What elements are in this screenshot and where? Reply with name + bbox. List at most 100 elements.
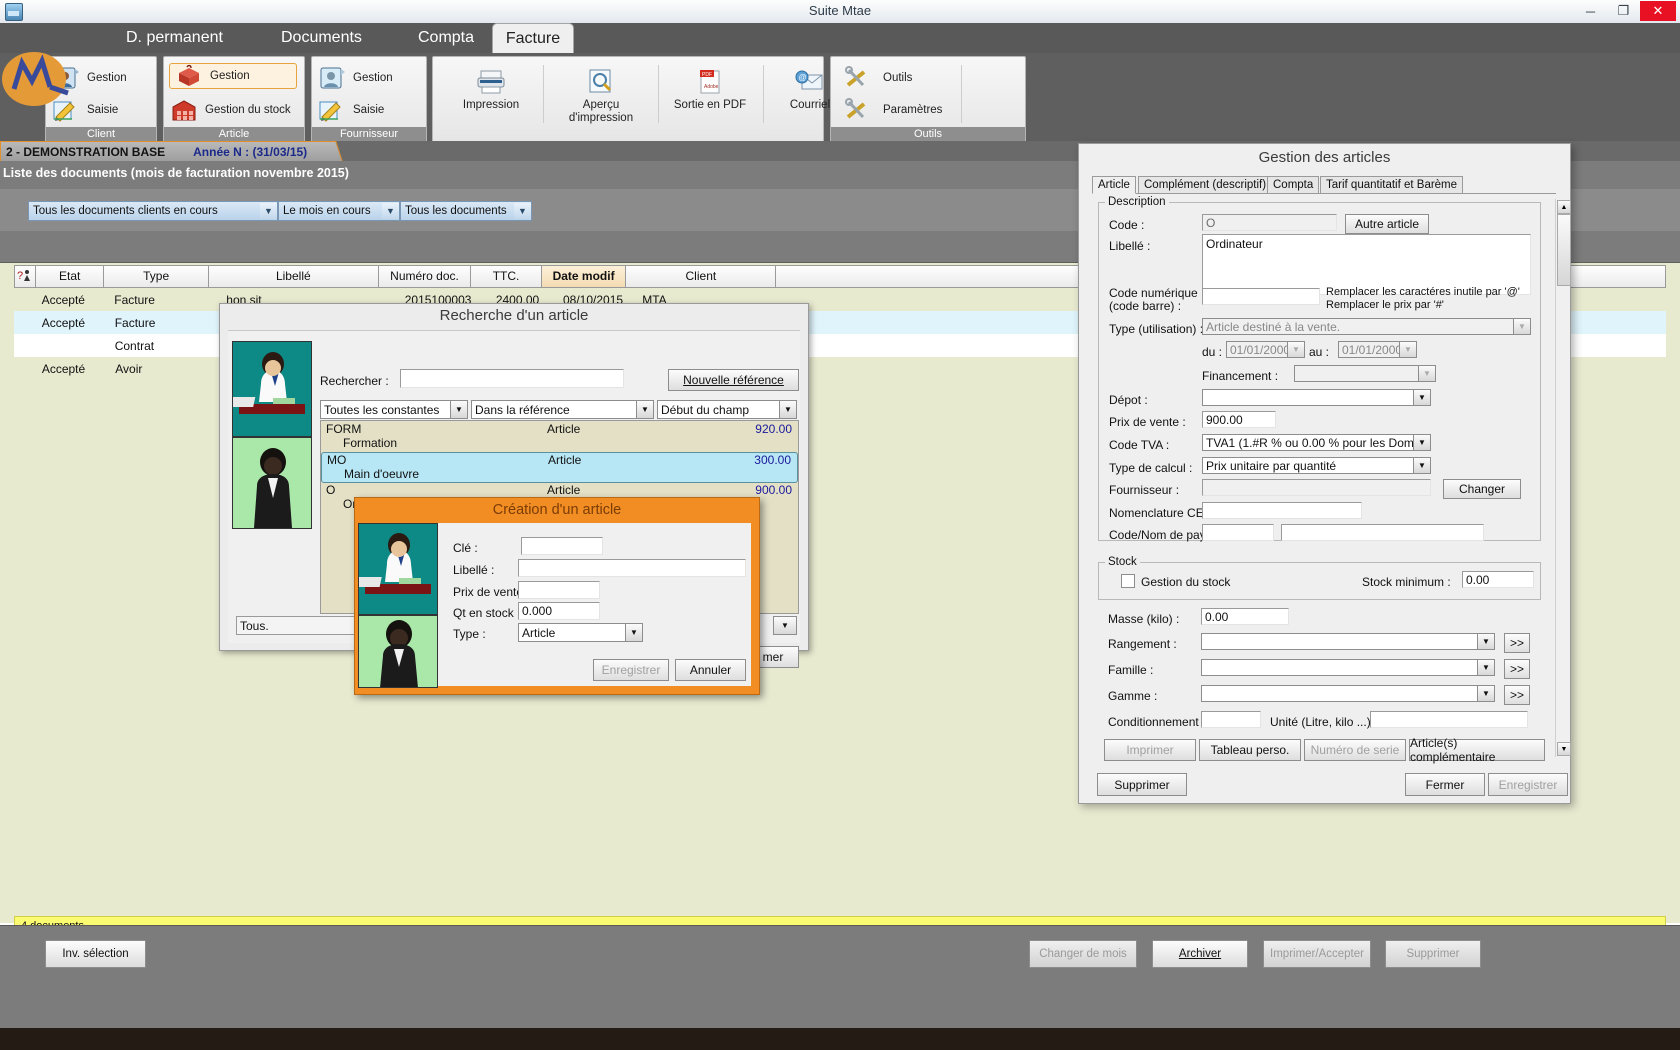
masse-field[interactable]: 0.00 bbox=[1201, 608, 1289, 625]
ribbon-tab-compta[interactable]: Compta bbox=[402, 24, 490, 53]
famille-expand-button[interactable]: >> bbox=[1504, 659, 1530, 679]
chevron-down-icon[interactable]: ▼ bbox=[514, 203, 531, 219]
search-footer-right-combo[interactable]: ▼ bbox=[773, 616, 797, 635]
ribbon-item-outils[interactable]: Outils bbox=[843, 65, 912, 91]
type-calcul-combo[interactable]: Prix unitaire par quantité ▼ bbox=[1202, 457, 1431, 474]
scroll-up-icon[interactable]: ▲ bbox=[1557, 200, 1571, 214]
table-header-numero[interactable]: Numéro doc. bbox=[379, 265, 471, 288]
maximize-button[interactable]: ❐ bbox=[1607, 1, 1640, 21]
ribbon-item-article-gestion-stock[interactable]: Gestion du stock bbox=[169, 97, 291, 123]
code-field[interactable]: O bbox=[1202, 214, 1337, 231]
numero-serie-button[interactable]: Numéro de serie bbox=[1304, 739, 1406, 761]
filter-combo-period[interactable]: Le mois en cours ▼ bbox=[278, 201, 400, 221]
create-save-button[interactable]: Enregistrer bbox=[593, 659, 669, 681]
ribbon-item-apercu-impression[interactable]: Aperçu d'impression bbox=[555, 67, 647, 125]
pays-code-field[interactable] bbox=[1202, 524, 1274, 541]
chevron-down-icon[interactable]: ▼ bbox=[1477, 634, 1494, 649]
chevron-down-icon[interactable]: ▼ bbox=[1399, 342, 1416, 357]
changer-button[interactable]: Changer bbox=[1443, 479, 1521, 499]
client-tab[interactable]: 2 - DEMONSTRATION BASE Année N : (31/03/… bbox=[0, 141, 331, 163]
code-tva-combo[interactable]: TVA1 (1.#R % ou 0.00 % pour les Dom-Tom)… bbox=[1202, 434, 1431, 451]
famille-combo[interactable]: ▼ bbox=[1201, 659, 1495, 676]
chevron-down-icon[interactable]: ▼ bbox=[1413, 390, 1430, 405]
imprimer-button[interactable]: Imprimer bbox=[1104, 739, 1196, 761]
nouvelle-reference-button[interactable]: Nouvelle référence bbox=[668, 369, 799, 391]
chevron-down-icon[interactable]: ▼ bbox=[450, 401, 467, 418]
tab-compta[interactable]: Compta bbox=[1267, 176, 1319, 193]
search-footer-combo[interactable]: Tous. bbox=[236, 616, 367, 635]
tableau-perso-button[interactable]: Tableau perso. bbox=[1199, 739, 1301, 761]
chevron-down-icon[interactable]: ▼ bbox=[1477, 660, 1494, 675]
search-match-combo[interactable]: Début du champ ▼ bbox=[657, 400, 797, 419]
pays-name-field[interactable] bbox=[1281, 524, 1484, 541]
minimize-button[interactable]: ─ bbox=[1574, 1, 1607, 21]
ribbon-item-article-gestion[interactable]: Gestion bbox=[169, 63, 297, 89]
type-combo[interactable]: Article ▼ bbox=[518, 623, 643, 642]
rangement-expand-button[interactable]: >> bbox=[1504, 633, 1530, 653]
ribbon-tab-d-permanent[interactable]: D. permanent bbox=[110, 24, 239, 53]
gamme-expand-button[interactable]: >> bbox=[1504, 685, 1530, 705]
inv-selection-button[interactable]: Inv. sélection bbox=[45, 940, 146, 968]
chevron-down-icon[interactable]: ▼ bbox=[636, 401, 653, 418]
scroll-down-icon[interactable]: ▼ bbox=[1557, 742, 1571, 756]
article-complementaire-button[interactable]: Article(s) complémentaire bbox=[1409, 739, 1545, 761]
barcode-field[interactable] bbox=[1202, 288, 1320, 305]
list-item[interactable]: MO Main d'oeuvre Article 300.00 bbox=[321, 452, 798, 483]
table-header-client[interactable]: Client bbox=[626, 265, 776, 288]
libelle-input[interactable] bbox=[518, 559, 746, 577]
article-enregistrer-button[interactable]: Enregistrer bbox=[1488, 773, 1568, 796]
chevron-down-icon[interactable]: ▼ bbox=[1413, 458, 1430, 473]
chevron-down-icon[interactable]: ▼ bbox=[260, 203, 277, 219]
chevron-down-icon[interactable]: ▼ bbox=[1418, 366, 1435, 381]
du-date-combo[interactable]: 01/01/2000 ▼ bbox=[1226, 341, 1305, 358]
ribbon-tab-facture[interactable]: Facture bbox=[492, 23, 574, 54]
ribbon-tab-documents[interactable]: Documents bbox=[265, 24, 378, 53]
qt-stock-input[interactable]: 0.000 bbox=[518, 602, 600, 620]
depot-combo[interactable]: ▼ bbox=[1202, 389, 1431, 406]
article-supprimer-button[interactable]: Supprimer bbox=[1097, 773, 1187, 796]
list-item[interactable]: FORM Formation Article 920.00 bbox=[321, 422, 798, 453]
chevron-down-icon[interactable]: ▼ bbox=[382, 203, 399, 219]
table-header-marker[interactable]: ? bbox=[14, 265, 36, 288]
close-button[interactable]: ✕ bbox=[1640, 1, 1676, 21]
create-cancel-button[interactable]: Annuler bbox=[675, 659, 746, 681]
search-input[interactable] bbox=[400, 369, 624, 388]
prix-vente-input[interactable] bbox=[518, 581, 600, 599]
chevron-down-icon[interactable]: ▼ bbox=[1287, 342, 1304, 357]
type-utilisation-combo[interactable]: Article destiné à la vente. ▼ bbox=[1202, 318, 1531, 335]
prix-vente-field[interactable]: 900.00 bbox=[1202, 411, 1276, 428]
nomenclature-field[interactable] bbox=[1202, 502, 1362, 519]
search-field-combo[interactable]: Dans la référence ▼ bbox=[471, 400, 654, 419]
chevron-down-icon[interactable]: ▼ bbox=[625, 624, 642, 641]
gamme-combo[interactable]: ▼ bbox=[1201, 685, 1495, 702]
archiver-button[interactable]: Archiver bbox=[1152, 940, 1248, 968]
conditionnement-field[interactable] bbox=[1201, 711, 1261, 728]
article-fermer-button[interactable]: Fermer bbox=[1405, 773, 1485, 796]
table-header-libelle[interactable]: Libellé bbox=[209, 265, 379, 288]
financement-combo[interactable]: ▼ bbox=[1294, 365, 1436, 382]
chevron-down-icon[interactable]: ▼ bbox=[774, 617, 796, 634]
supprimer-button[interactable]: Supprimer bbox=[1385, 940, 1481, 968]
ribbon-item-fournisseur-gestion[interactable]: Gestion bbox=[317, 65, 393, 91]
changer-de-mois-button[interactable]: Changer de mois bbox=[1029, 940, 1137, 968]
tab-complement[interactable]: Complément (descriptif) bbox=[1138, 176, 1272, 193]
autre-article-button[interactable]: Autre article bbox=[1345, 214, 1429, 234]
table-header-type[interactable]: Type bbox=[104, 265, 208, 288]
au-date-combo[interactable]: 01/01/2000 ▼ bbox=[1338, 341, 1417, 358]
gestion-stock-checkbox[interactable] bbox=[1121, 574, 1135, 588]
table-header-etat[interactable]: Etat bbox=[36, 265, 105, 288]
ribbon-item-parametres[interactable]: Paramètres bbox=[843, 97, 942, 123]
ribbon-item-sortie-pdf[interactable]: PDF Adobe Sortie en PDF bbox=[667, 67, 753, 111]
tab-article[interactable]: Article bbox=[1092, 176, 1136, 194]
stock-minimum-field[interactable]: 0.00 bbox=[1462, 571, 1534, 588]
filter-combo-documents[interactable]: Tous les documents clients en cours ▼ bbox=[28, 201, 278, 221]
ribbon-item-impression[interactable]: Impression bbox=[451, 67, 531, 111]
chevron-down-icon[interactable]: ▼ bbox=[1413, 435, 1430, 450]
filter-combo-type[interactable]: Tous les documents ▼ bbox=[400, 201, 532, 221]
ribbon-item-fournisseur-saisie[interactable]: Saisie bbox=[317, 97, 384, 123]
cle-input[interactable] bbox=[521, 537, 603, 555]
table-header-date-modif[interactable]: Date modif bbox=[542, 265, 626, 288]
table-header-ttc[interactable]: TTC. bbox=[471, 265, 542, 288]
chevron-down-icon[interactable]: ▼ bbox=[1513, 319, 1530, 334]
fournisseur-field[interactable] bbox=[1202, 479, 1431, 496]
